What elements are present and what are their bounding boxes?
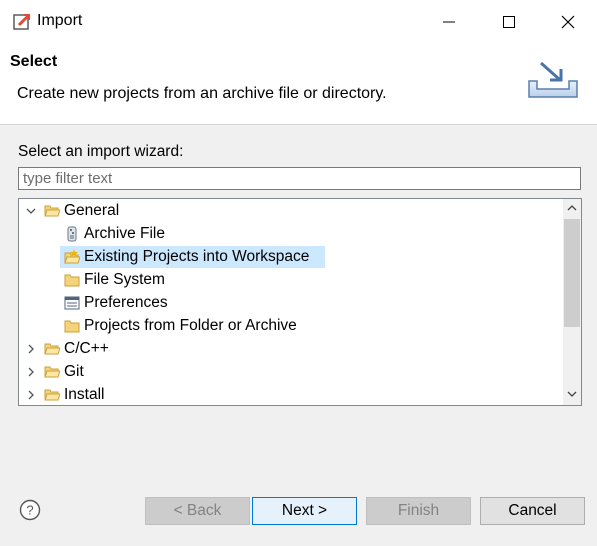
import-dialog: Import Select Create new projects from a… [0, 0, 597, 546]
tree-item-cpp[interactable]: C/C++ [19, 338, 559, 360]
import-app-icon [13, 13, 31, 30]
scroll-down-icon[interactable] [566, 389, 578, 399]
window-title: Import [37, 12, 83, 29]
wizard-tree[interactable]: General Archive File Existing Projects i… [18, 198, 582, 406]
tree-item-label: Existing Projects into Workspace [84, 248, 310, 265]
filter-input[interactable] [18, 167, 581, 190]
close-button[interactable] [539, 0, 597, 44]
next-button[interactable]: Next > [252, 497, 357, 525]
maximize-button[interactable] [480, 0, 538, 44]
import-wizard-icon [528, 61, 578, 98]
scrollbar-thumb[interactable] [564, 219, 580, 327]
folder-open-icon [44, 366, 60, 378]
tree-item-git[interactable]: Git [19, 361, 559, 383]
chevron-down-icon[interactable] [24, 204, 38, 218]
tree-scrollbar[interactable] [563, 199, 581, 405]
page-title: Select [10, 53, 58, 70]
tree-item-label: Preferences [84, 294, 168, 311]
tree-item-label: Git [64, 363, 84, 380]
existing-projects-icon [64, 249, 80, 264]
maximize-icon [503, 16, 515, 28]
close-icon [561, 15, 575, 29]
scroll-up-icon[interactable] [566, 203, 578, 213]
chevron-right-icon[interactable] [24, 365, 38, 379]
tree-item-label: General [64, 202, 120, 219]
svg-text:?: ? [26, 503, 33, 518]
tree-item-archive-file[interactable]: Archive File [19, 223, 559, 245]
tree-item-existing-projects[interactable]: Existing Projects into Workspace [19, 246, 559, 268]
wizard-header: Select Create new projects from an archi… [0, 44, 597, 125]
chevron-right-icon[interactable] [24, 342, 38, 356]
minimize-icon [443, 21, 455, 23]
wizard-label: Select an import wizard: [18, 143, 184, 160]
tree-item-install[interactable]: Install [19, 384, 559, 405]
tree-item-label: Archive File [84, 225, 165, 242]
cancel-button[interactable]: Cancel [480, 497, 585, 525]
folder-open-icon [44, 343, 60, 355]
help-icon[interactable]: ? [19, 499, 41, 521]
folder-open-icon [44, 205, 60, 217]
tree-item-label: C/C++ [64, 340, 109, 357]
preferences-icon [64, 296, 80, 310]
folder-open-icon [44, 389, 60, 401]
folder-icon [64, 274, 80, 287]
minimize-button[interactable] [420, 0, 478, 44]
finish-button[interactable]: Finish [366, 497, 471, 525]
tree-item-general[interactable]: General [19, 200, 559, 222]
tree-item-projects-from-folder[interactable]: Projects from Folder or Archive [19, 315, 559, 337]
folder-icon [64, 320, 80, 333]
back-button[interactable]: < Back [145, 497, 250, 525]
tree-item-file-system[interactable]: File System [19, 269, 559, 291]
tree-item-label: Install [64, 386, 105, 403]
tree-item-preferences[interactable]: Preferences [19, 292, 559, 314]
page-description: Create new projects from an archive file… [17, 85, 387, 102]
tree-item-label: File System [84, 271, 165, 288]
title-bar: Import [0, 0, 597, 44]
archive-file-icon [67, 226, 77, 242]
chevron-right-icon[interactable] [24, 388, 38, 402]
tree-item-label: Projects from Folder or Archive [84, 317, 297, 334]
